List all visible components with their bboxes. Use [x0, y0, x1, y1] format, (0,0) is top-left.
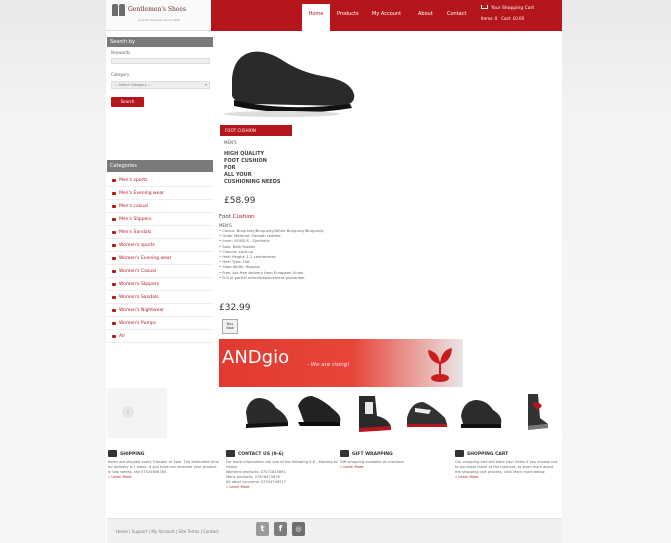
category-link[interactable]: Men's sports [107, 174, 213, 187]
category-link[interactable]: All [107, 330, 213, 343]
plant-logo-icon [428, 348, 452, 382]
footer-heading: CONTACT US (9-6) [226, 450, 338, 457]
shopping-cart-link[interactable]: Your Shopping Cart [481, 5, 534, 11]
logo-tagline: Quality footwear since 1985 [138, 18, 181, 22]
footer-heading: SHOPPING CART [455, 450, 559, 457]
cart-summary: Items: 0 Cost: £0.00 [481, 16, 524, 21]
category-select[interactable]: -- Select Category -- ▾ [111, 81, 210, 89]
product-subbrand: MEN'S [219, 223, 232, 228]
product-thumbnail[interactable] [294, 388, 346, 438]
contact-list: Womens products: 07071825691 Mens produc… [226, 470, 338, 485]
category-label: Category [111, 72, 130, 77]
category-select-value: -- Select Category -- [115, 83, 151, 87]
nav-about[interactable]: About [418, 11, 433, 17]
category-link[interactable]: Men's casual [107, 200, 213, 213]
product-thumbnail[interactable] [347, 388, 399, 438]
phone-icon [226, 450, 235, 457]
twitter-icon[interactable]: t [256, 522, 269, 536]
product-price-2: £32.99 [219, 303, 251, 313]
product-subtitle: Foot Cushion [219, 214, 255, 220]
category-link[interactable]: Women's Pumps [107, 317, 213, 330]
category-link[interactable]: Women's Casual [107, 265, 213, 278]
footer-gift: GIFT WRAPPING Gift wrapping available at… [340, 450, 452, 470]
cart-items: Items: 0 [481, 16, 498, 21]
description-line: CUSHIONING NEEDS [224, 179, 281, 185]
category-link[interactable]: Women's Evening wear [107, 252, 213, 265]
cart-icon [481, 5, 488, 9]
footer-heading: SHIPPING [108, 450, 220, 457]
product-thumbnail[interactable] [455, 388, 507, 438]
keywords-label: Keywords [111, 50, 131, 55]
footer-heading-text: CONTACT US (9-6) [238, 452, 284, 457]
footer-shipping: SHIPPING Items are shipped every Tuesday… [108, 450, 220, 480]
product-thumbnail[interactable] [240, 388, 292, 438]
spec-item: Full or partial refund/replacement guara… [219, 276, 379, 281]
footer-links[interactable]: Home | Support | My Account | Site Terms… [116, 529, 219, 534]
learn-more-link[interactable]: » Learn More [455, 475, 559, 480]
cart-cost: Cost: £0.00 [501, 16, 525, 21]
instagram-icon[interactable]: ◎ [292, 522, 305, 536]
shoe-logo-icon [112, 4, 128, 16]
product-price: £58.99 [224, 196, 256, 206]
product-thumbnail[interactable] [401, 388, 453, 438]
footer-text: For more information call one of the fol… [226, 460, 338, 469]
nav-products[interactable]: Products [337, 11, 359, 17]
footer-heading: GIFT WRAPPING [340, 450, 452, 457]
learn-more-link[interactable]: » Learn More [226, 485, 338, 490]
category-link[interactable]: Women's Nightwear [107, 304, 213, 317]
category-link[interactable]: Women's Slippers [107, 278, 213, 291]
footer-heading-text: SHIPPING [120, 452, 145, 457]
nav-home[interactable]: Home [302, 4, 330, 31]
chevron-left-icon: ‹ [122, 406, 134, 418]
product-image[interactable] [222, 38, 358, 120]
search-button[interactable]: Search [111, 97, 144, 107]
footer-heading-text: SHOPPING CART [467, 452, 509, 457]
buy-now-button[interactable]: Buy Now [222, 319, 238, 334]
learn-more-link[interactable]: » Learn More [108, 475, 220, 480]
product-brand: MEN'S [224, 140, 237, 145]
nav-my-account[interactable]: My Account [372, 11, 401, 17]
cart-title: Your Shopping Cart [491, 6, 535, 11]
categories-header: Categories [107, 160, 213, 172]
category-link[interactable]: Men's Slippers [107, 213, 213, 226]
chevron-down-icon: ▾ [205, 83, 207, 87]
learn-more-link[interactable]: » Learn More [340, 465, 452, 470]
footer-heading-text: GIFT WRAPPING [352, 452, 393, 457]
carousel-prev[interactable]: ‹ [107, 388, 167, 438]
banner-brand: ANDgio [222, 347, 290, 368]
description-line: FOR [224, 165, 236, 171]
product-specs: Colour: Burgundy/Burgundy/White Burgundy… [219, 229, 379, 281]
subtitle-accent: Cushion [232, 214, 255, 220]
nav-contact[interactable]: Contact [447, 11, 466, 17]
keywords-input[interactable] [111, 58, 210, 64]
category-link[interactable]: Women's sports [107, 239, 213, 252]
search-header: Search by [107, 37, 213, 47]
footer-contact: CONTACT US (9-6) For more information ca… [226, 450, 338, 490]
logo-text: Gentlemen's Shoes [128, 6, 187, 13]
cart-icon [455, 450, 464, 457]
plane-icon [108, 450, 117, 457]
banner-tagline: - We are rising! [307, 362, 350, 368]
footer-text: Our shopping cart will store your items … [455, 460, 558, 474]
description-line: ALL YOUR [224, 172, 252, 178]
category-link[interactable]: Women's Sandals [107, 291, 213, 304]
buy-label: Now [226, 326, 234, 330]
category-link[interactable]: Men's Sandals [107, 226, 213, 239]
footer-cart: SHOPPING CART Our shopping cart will sto… [455, 450, 559, 480]
facebook-icon[interactable]: f [274, 522, 287, 536]
product-title: FOOT CUSHION [220, 125, 292, 136]
subtitle-prefix: Foot [219, 214, 231, 220]
category-link[interactable]: Men's Evening wear [107, 187, 213, 200]
header-bar-left [211, 0, 298, 31]
description-line: HIGH QUALITY [224, 151, 265, 157]
site-logo[interactable]: Gentlemen's Shoes Quality footwear since… [106, 0, 211, 31]
description-line: FOOT CUSHION [224, 158, 267, 164]
product-description: HIGH QUALITY FOOT CUSHION FOR ALL YOUR C… [224, 151, 334, 186]
product-thumbnail[interactable] [508, 388, 560, 438]
promo-banner[interactable]: ANDgio - We are rising! [219, 339, 463, 387]
gift-icon [340, 450, 349, 457]
footer-text: Items are shipped every Tuesday at 3pm. … [108, 460, 219, 474]
